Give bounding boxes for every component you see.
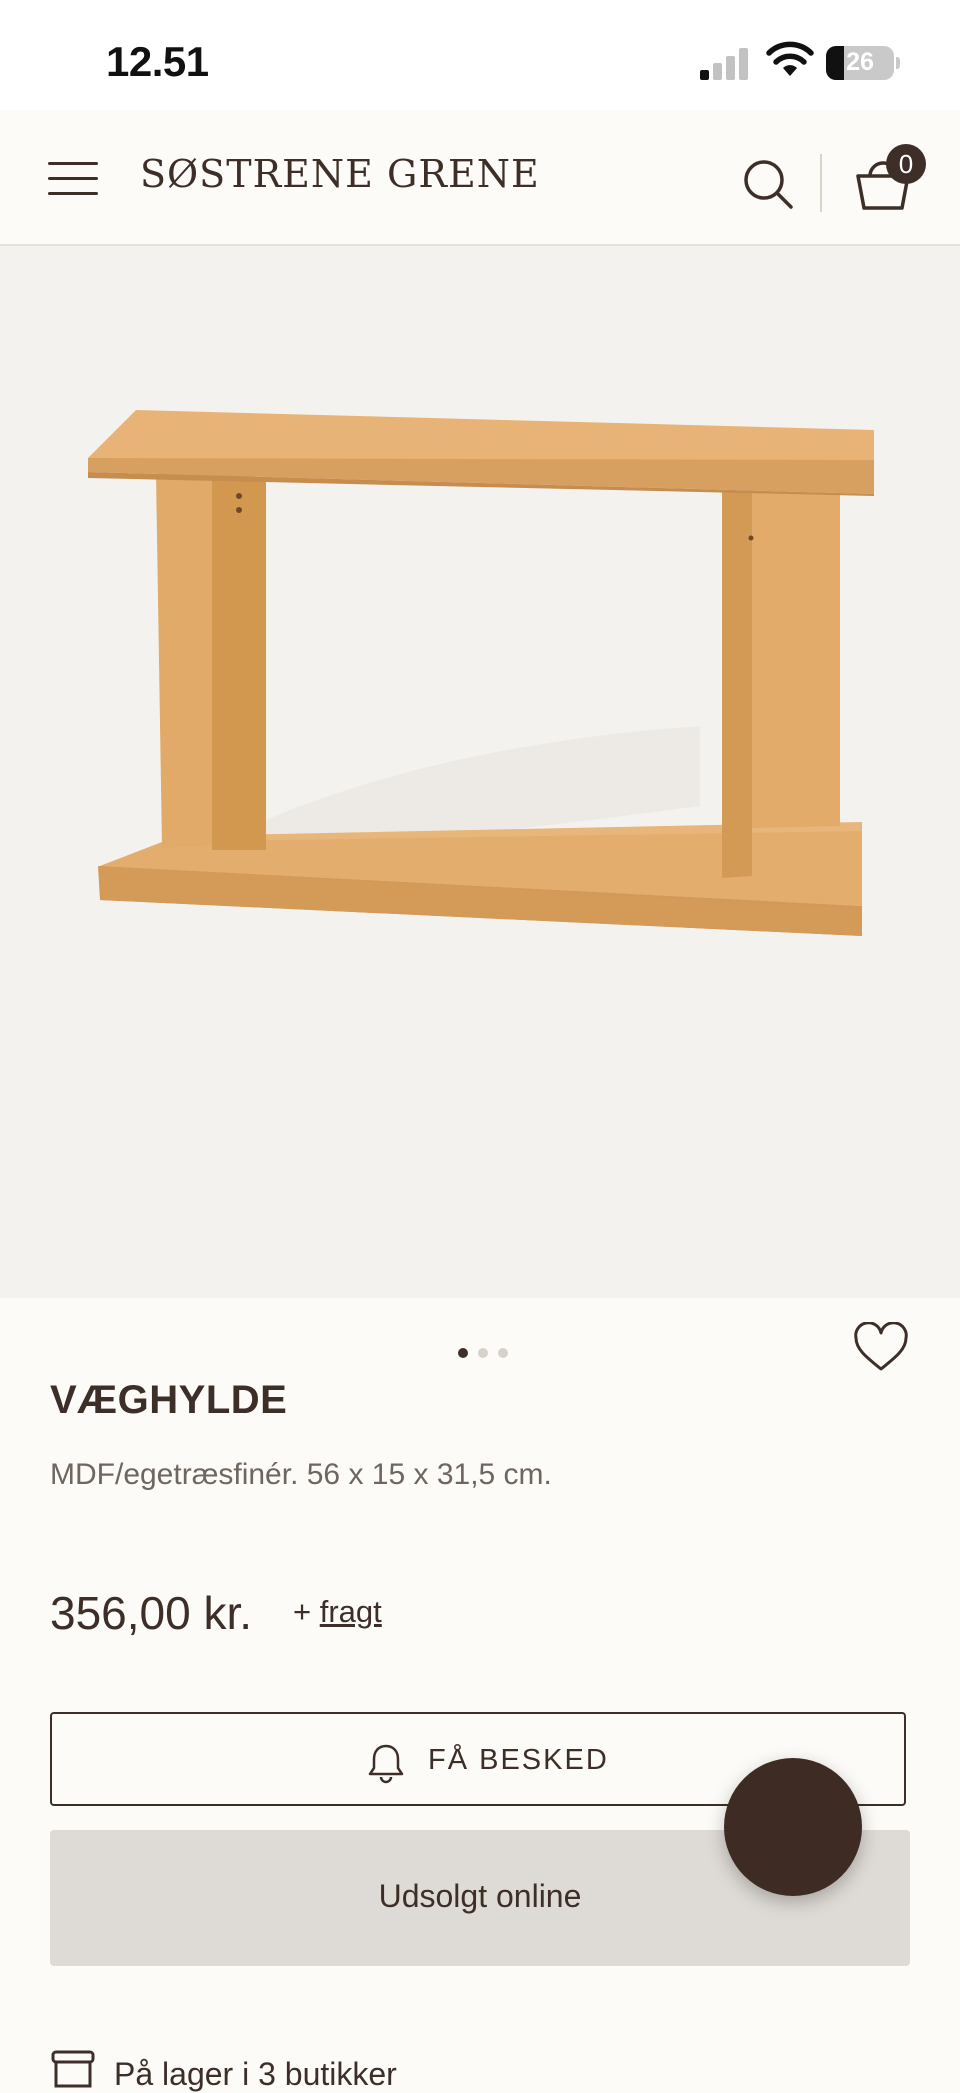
bell-icon — [368, 1744, 404, 1784]
wall-shelf-image — [88, 410, 874, 936]
menu-button[interactable] — [48, 162, 100, 196]
cellular-signal-icon — [700, 46, 750, 80]
gallery-dot-2[interactable] — [478, 1348, 488, 1358]
shipping-link[interactable]: fragt — [320, 1594, 382, 1629]
notify-me-label: FÅ BESKED — [428, 1744, 609, 1776]
gallery-dot-3[interactable] — [498, 1348, 508, 1358]
heart-icon[interactable] — [852, 1322, 910, 1374]
status-bar: 12.51 26 — [0, 0, 960, 110]
product-description: MDF/egetræsfinér. 56 x 15 x 31,5 cm. — [50, 1458, 552, 1491]
product-image-gallery[interactable] — [0, 246, 960, 1298]
cart-count-badge: 0 — [886, 144, 926, 184]
product-price: 356,00 kr. — [50, 1587, 253, 1639]
battery-cap — [896, 57, 900, 69]
product-title: VÆGHYLDE — [50, 1378, 288, 1422]
header-divider — [820, 154, 822, 212]
site-header: SØSTRENE GRENE 0 — [0, 110, 960, 246]
brand-logo[interactable]: SØSTRENE GRENE — [140, 152, 540, 196]
chat-floating-button[interactable] — [724, 1758, 862, 1896]
store-stock-text: På lager i 3 butikker — [114, 2056, 397, 2092]
battery-level: 26 — [846, 48, 874, 76]
shipping-info: + fragt — [293, 1594, 382, 1630]
store-stock-row[interactable]: På lager i 3 butikker — [50, 2046, 910, 2092]
search-icon[interactable] — [740, 156, 796, 212]
store-icon — [51, 2050, 95, 2088]
status-time: 12.51 — [106, 38, 209, 85]
gallery-dot-1[interactable] — [458, 1348, 468, 1358]
shipping-prefix: + — [293, 1594, 312, 1629]
battery-icon: 26 — [826, 46, 894, 80]
wifi-icon — [766, 41, 814, 76]
